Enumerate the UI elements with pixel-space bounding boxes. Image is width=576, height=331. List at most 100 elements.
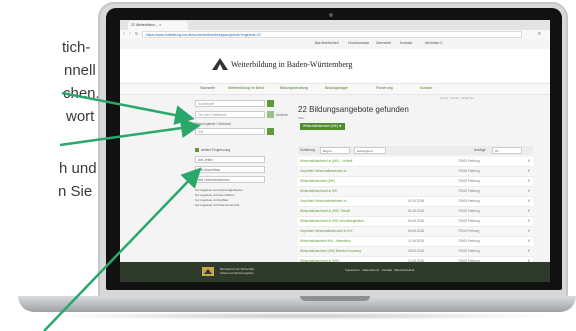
- result-place: 79108 Freiburg: [458, 199, 480, 203]
- option-funding[interactable]: Nur Angebote mit Fördermöglichkeiten: [195, 188, 243, 192]
- search-input[interactable]: Suchbegriff: [195, 100, 265, 107]
- result-date: 06.06.2018: [408, 229, 424, 233]
- result-place: 79100 Freiburg: [458, 249, 480, 253]
- result-place: 79100 Freiburg: [458, 159, 480, 163]
- back-icon[interactable]: ‹: [123, 31, 125, 37]
- result-title[interactable]: Wirtschaftsfachwirt (IHK) Blended Learni…: [300, 247, 361, 256]
- result-row[interactable]: Wirtschaftsfachwirt/-in (IHK) - Vollzeit…: [298, 157, 533, 167]
- doc-text-line-3: chen.: [63, 85, 100, 102]
- browser-tab[interactable]: 22 Weiterbildun... ×: [128, 21, 188, 30]
- active-filter-label: Filter: [298, 116, 305, 120]
- result-price: €: [528, 249, 530, 253]
- result-date: 18.06.2018: [408, 249, 424, 253]
- result-place: 79100 Freiburg: [458, 189, 480, 193]
- site-logo-text[interactable]: Weiterbildung in Baden-Württemberg: [231, 60, 352, 69]
- degree-select[interactable]: Alle Abschlüsse: [195, 166, 265, 173]
- doc-text-line-5: h und: [59, 160, 97, 177]
- reload-icon[interactable]: ↻: [135, 31, 138, 36]
- time-select[interactable]: Alle Zeiten: [195, 156, 265, 163]
- topic-select[interactable]: Alle: [195, 128, 265, 135]
- result-title[interactable]: Wirtschaftsfachwirt/-in (IHK) - Vollzeit: [300, 157, 352, 166]
- results-heading: 22 Bildungsangebote gefunden: [298, 105, 409, 114]
- utility-link-watchlist[interactable]: Merkliste 0: [425, 41, 442, 45]
- result-place: 79108 Freiburg: [458, 169, 480, 173]
- result-title[interactable]: Wirtschaftsfachwirt/-in (IHK) Teilzeit: [300, 207, 350, 216]
- footer-links[interactable]: Impressum · Datenschutz · Kontakt · Barr…: [345, 268, 414, 272]
- result-row[interactable]: Wirtschaftsfachwirt/-in (IHK) Teilzeit 01…: [298, 207, 533, 217]
- result-price: €: [528, 219, 530, 223]
- result-price: €: [528, 169, 530, 173]
- result-title[interactable]: Geprüfte/r Wirtschaftsfachwirt/-in IHK: [300, 227, 353, 236]
- footer-ministry: Ministerium für Wirtschaft, Arbeit und W…: [220, 267, 255, 275]
- camera-icon: [329, 13, 333, 17]
- result-price: €: [528, 199, 530, 203]
- result-place: 79110 Freiburg: [458, 229, 480, 233]
- result-place: 79100 Freiburg: [458, 219, 480, 223]
- result-title[interactable]: Wirtschaftsfachwirt IHK - Abendkurs: [300, 237, 351, 246]
- doc-text-line-4: wort: [66, 108, 95, 125]
- nav-home[interactable]: Startseite: [200, 86, 215, 90]
- laptop-base: [18, 296, 576, 312]
- topic-button[interactable]: [267, 128, 274, 135]
- result-row[interactable]: Geprüfte/r Wirtschaftsfachwirt/-in 79108 …: [298, 167, 533, 177]
- per-page-select[interactable]: 20: [492, 147, 522, 154]
- result-price: €: [528, 159, 530, 163]
- results-list: Wirtschaftsfachwirt/-in (IHK) - Vollzeit…: [298, 157, 533, 277]
- sort-bar: Sortierung Beginn aufsteigend Anzeige 20: [298, 146, 533, 155]
- utility-link-contrast[interactable]: Hochkontrast: [348, 41, 369, 45]
- result-price: €: [528, 209, 530, 213]
- nav-career[interactable]: Weiterbildung im Beruf: [228, 86, 264, 90]
- address-bar[interactable]: https://www.fortbildung-bw.de/suche/weit…: [142, 31, 522, 38]
- advanced-toggle-icon[interactable]: [195, 148, 199, 152]
- menu-icon[interactable]: ≡: [538, 31, 541, 37]
- format-select[interactable]: Alle Unterrichtsformen: [195, 176, 265, 183]
- result-row[interactable]: Geprüfte/r Wirtschaftsfachwirt/-in IHK 06…: [298, 227, 533, 237]
- active-filter-chip[interactable]: Wirtschaftsfachwirt (IHK) ✖: [300, 123, 345, 130]
- utility-link-contact[interactable]: Kontakt: [400, 41, 412, 45]
- result-price: €: [528, 239, 530, 243]
- sort-select[interactable]: Beginn: [320, 147, 350, 154]
- order-select[interactable]: aufsteigend: [354, 147, 386, 154]
- laptop-shadow: [40, 312, 560, 320]
- doc-text-line-6: n Sie: [58, 183, 93, 200]
- laptop-notch: [300, 296, 370, 301]
- nav-funding[interactable]: Förderung: [376, 86, 393, 90]
- topic-label: Themengebiet / Stichwort: [195, 122, 232, 126]
- result-row[interactable]: Wirtschaftsfachwirt IHK - Abendkurs 11.06…: [298, 237, 533, 247]
- result-title[interactable]: Wirtschaftsfachwirt (IHK): [300, 177, 335, 186]
- result-title[interactable]: Geprüfte/r Wirtschaftsfachwirt/-in: [300, 197, 346, 206]
- search-filter-panel: Suchbegriff Ort oder Postleitzahl Umkrei…: [195, 100, 288, 250]
- utility-nav: Barrierefreiheit Hochkontrast Übersicht …: [120, 39, 550, 49]
- forward-icon[interactable]: ›: [129, 31, 131, 37]
- result-title[interactable]: Geprüfte/r Wirtschaftsfachwirt/-in: [300, 167, 346, 176]
- doc-text-line-2: nnell: [64, 62, 96, 79]
- result-row[interactable]: Wirtschaftsfachwirt/-in (IHK) berufsbegl…: [298, 217, 533, 227]
- result-row[interactable]: Wirtschaftsfachwirt (IHK) 79100 Freiburg €: [298, 177, 533, 187]
- option-free-seats[interactable]: Nur Angebote mit freien Plätzen: [195, 193, 235, 197]
- breadcrumb: Home › Suche › Ergebnis: [440, 96, 474, 100]
- result-place: 79100 Freiburg: [458, 179, 480, 183]
- place-button[interactable]: [267, 111, 274, 118]
- nav-providers[interactable]: Bildungsträger: [325, 86, 348, 90]
- result-place: 79100 Freiburg: [458, 239, 480, 243]
- logo-icon: [212, 58, 228, 70]
- utility-link-overview[interactable]: Übersicht: [376, 41, 391, 45]
- result-row[interactable]: Geprüfte/r Wirtschaftsfachwirt/-in 01.06.…: [298, 197, 533, 207]
- nav-contact[interactable]: Kontakt: [420, 86, 432, 90]
- result-title[interactable]: Wirtschaftsfachwirt/-in (IHK) berufsbegl…: [300, 217, 364, 226]
- utility-link-accessibility[interactable]: Barrierefreiheit: [315, 41, 339, 45]
- option-presence[interactable]: Nur Angebote mit Präsenzunterricht: [195, 203, 239, 207]
- result-date: 01.06.2018: [408, 199, 424, 203]
- option-certificate[interactable]: Nur Angebote mit Zertifikat: [195, 198, 228, 202]
- result-title[interactable]: Wirtschaftsfachwirt/-in IHK: [300, 187, 337, 196]
- advanced-label[interactable]: weitere Eingrenzung: [201, 148, 230, 152]
- place-input[interactable]: Ort oder Postleitzahl: [195, 111, 265, 118]
- site-footer: Ministerium für Wirtschaft, Arbeit und W…: [120, 262, 550, 282]
- state-coat-of-arms-icon: [202, 267, 214, 276]
- result-row[interactable]: Wirtschaftsfachwirt (IHK) Blended Learni…: [298, 247, 533, 257]
- nav-advice[interactable]: Bildungsberatung: [280, 86, 308, 90]
- search-button[interactable]: [267, 100, 274, 107]
- doc-text-line-1: tich-: [62, 39, 91, 56]
- result-row[interactable]: Wirtschaftsfachwirt/-in IHK 79100 Freibur…: [298, 187, 533, 197]
- sort-label: Sortierung: [300, 148, 315, 152]
